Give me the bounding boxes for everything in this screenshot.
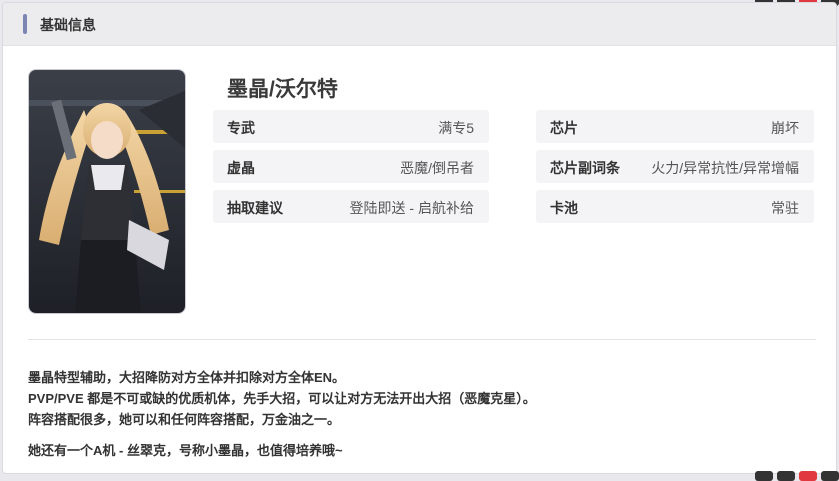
- info-key: 芯片: [550, 120, 578, 136]
- info-key: 卡池: [550, 200, 578, 216]
- info-value: 恶魔/倒吊者: [400, 160, 474, 176]
- info-row-chip-substats: 芯片副词条 火力/异常抗性/异常增幅: [536, 150, 814, 183]
- character-portrait: [28, 69, 186, 314]
- info-row-weapon: 专武 满专5: [213, 110, 489, 143]
- info-row-chip: 芯片 崩坏: [536, 110, 814, 143]
- info-key: 专武: [227, 120, 255, 136]
- info-value: 崩坏: [771, 120, 799, 136]
- bottom-toolbar-icons: [755, 471, 839, 481]
- tool-icon[interactable]: [777, 471, 795, 481]
- info-value: 登陆即送 - 启航补给: [349, 200, 474, 216]
- info-row-banner: 卡池 常驻: [536, 190, 814, 223]
- divider: [28, 339, 816, 340]
- header-accent-bar: [23, 14, 27, 34]
- tool-icon[interactable]: [821, 471, 839, 481]
- info-key: 芯片副词条: [550, 160, 620, 176]
- character-name: 墨晶/沃尔特: [227, 78, 338, 101]
- info-row-gacha-advice: 抽取建议 登陆即送 - 启航补给: [213, 190, 489, 223]
- info-value: 常驻: [771, 200, 799, 216]
- description-line: PVP/PVE 都是不可或缺的优质机体，先手大招，可以让对方无法开出大招（恶魔克…: [28, 391, 536, 406]
- info-key: 虚晶: [227, 160, 255, 176]
- card-title: 基础信息: [40, 17, 96, 33]
- info-value: 满专5: [438, 120, 474, 136]
- description-line: 阵容搭配很多，她可以和任何阵容搭配，万金油之一。: [28, 412, 341, 427]
- description-extra: 她还有一个A机 - 丝翠克，号称小墨晶，也值得培养哦~: [28, 443, 343, 458]
- info-row-crystal: 虚晶 恶魔/倒吊者: [213, 150, 489, 183]
- info-key: 抽取建议: [227, 200, 283, 216]
- description-line: 墨晶特型辅助，大招降防对方全体并扣除对方全体EN。: [28, 370, 346, 385]
- card-header: 基础信息: [3, 3, 836, 46]
- record-icon[interactable]: [799, 471, 817, 481]
- character-description: 墨晶特型辅助，大招降防对方全体并扣除对方全体EN。 PVP/PVE 都是不可或缺…: [28, 367, 536, 461]
- info-value: 火力/异常抗性/异常增幅: [651, 160, 799, 176]
- basic-info-card: 基础信息 墨晶/沃尔特 专武 满专5 虚晶 恶魔/倒吊者 抽取建议 登陆即送 -…: [2, 2, 837, 474]
- tool-icon[interactable]: [755, 471, 773, 481]
